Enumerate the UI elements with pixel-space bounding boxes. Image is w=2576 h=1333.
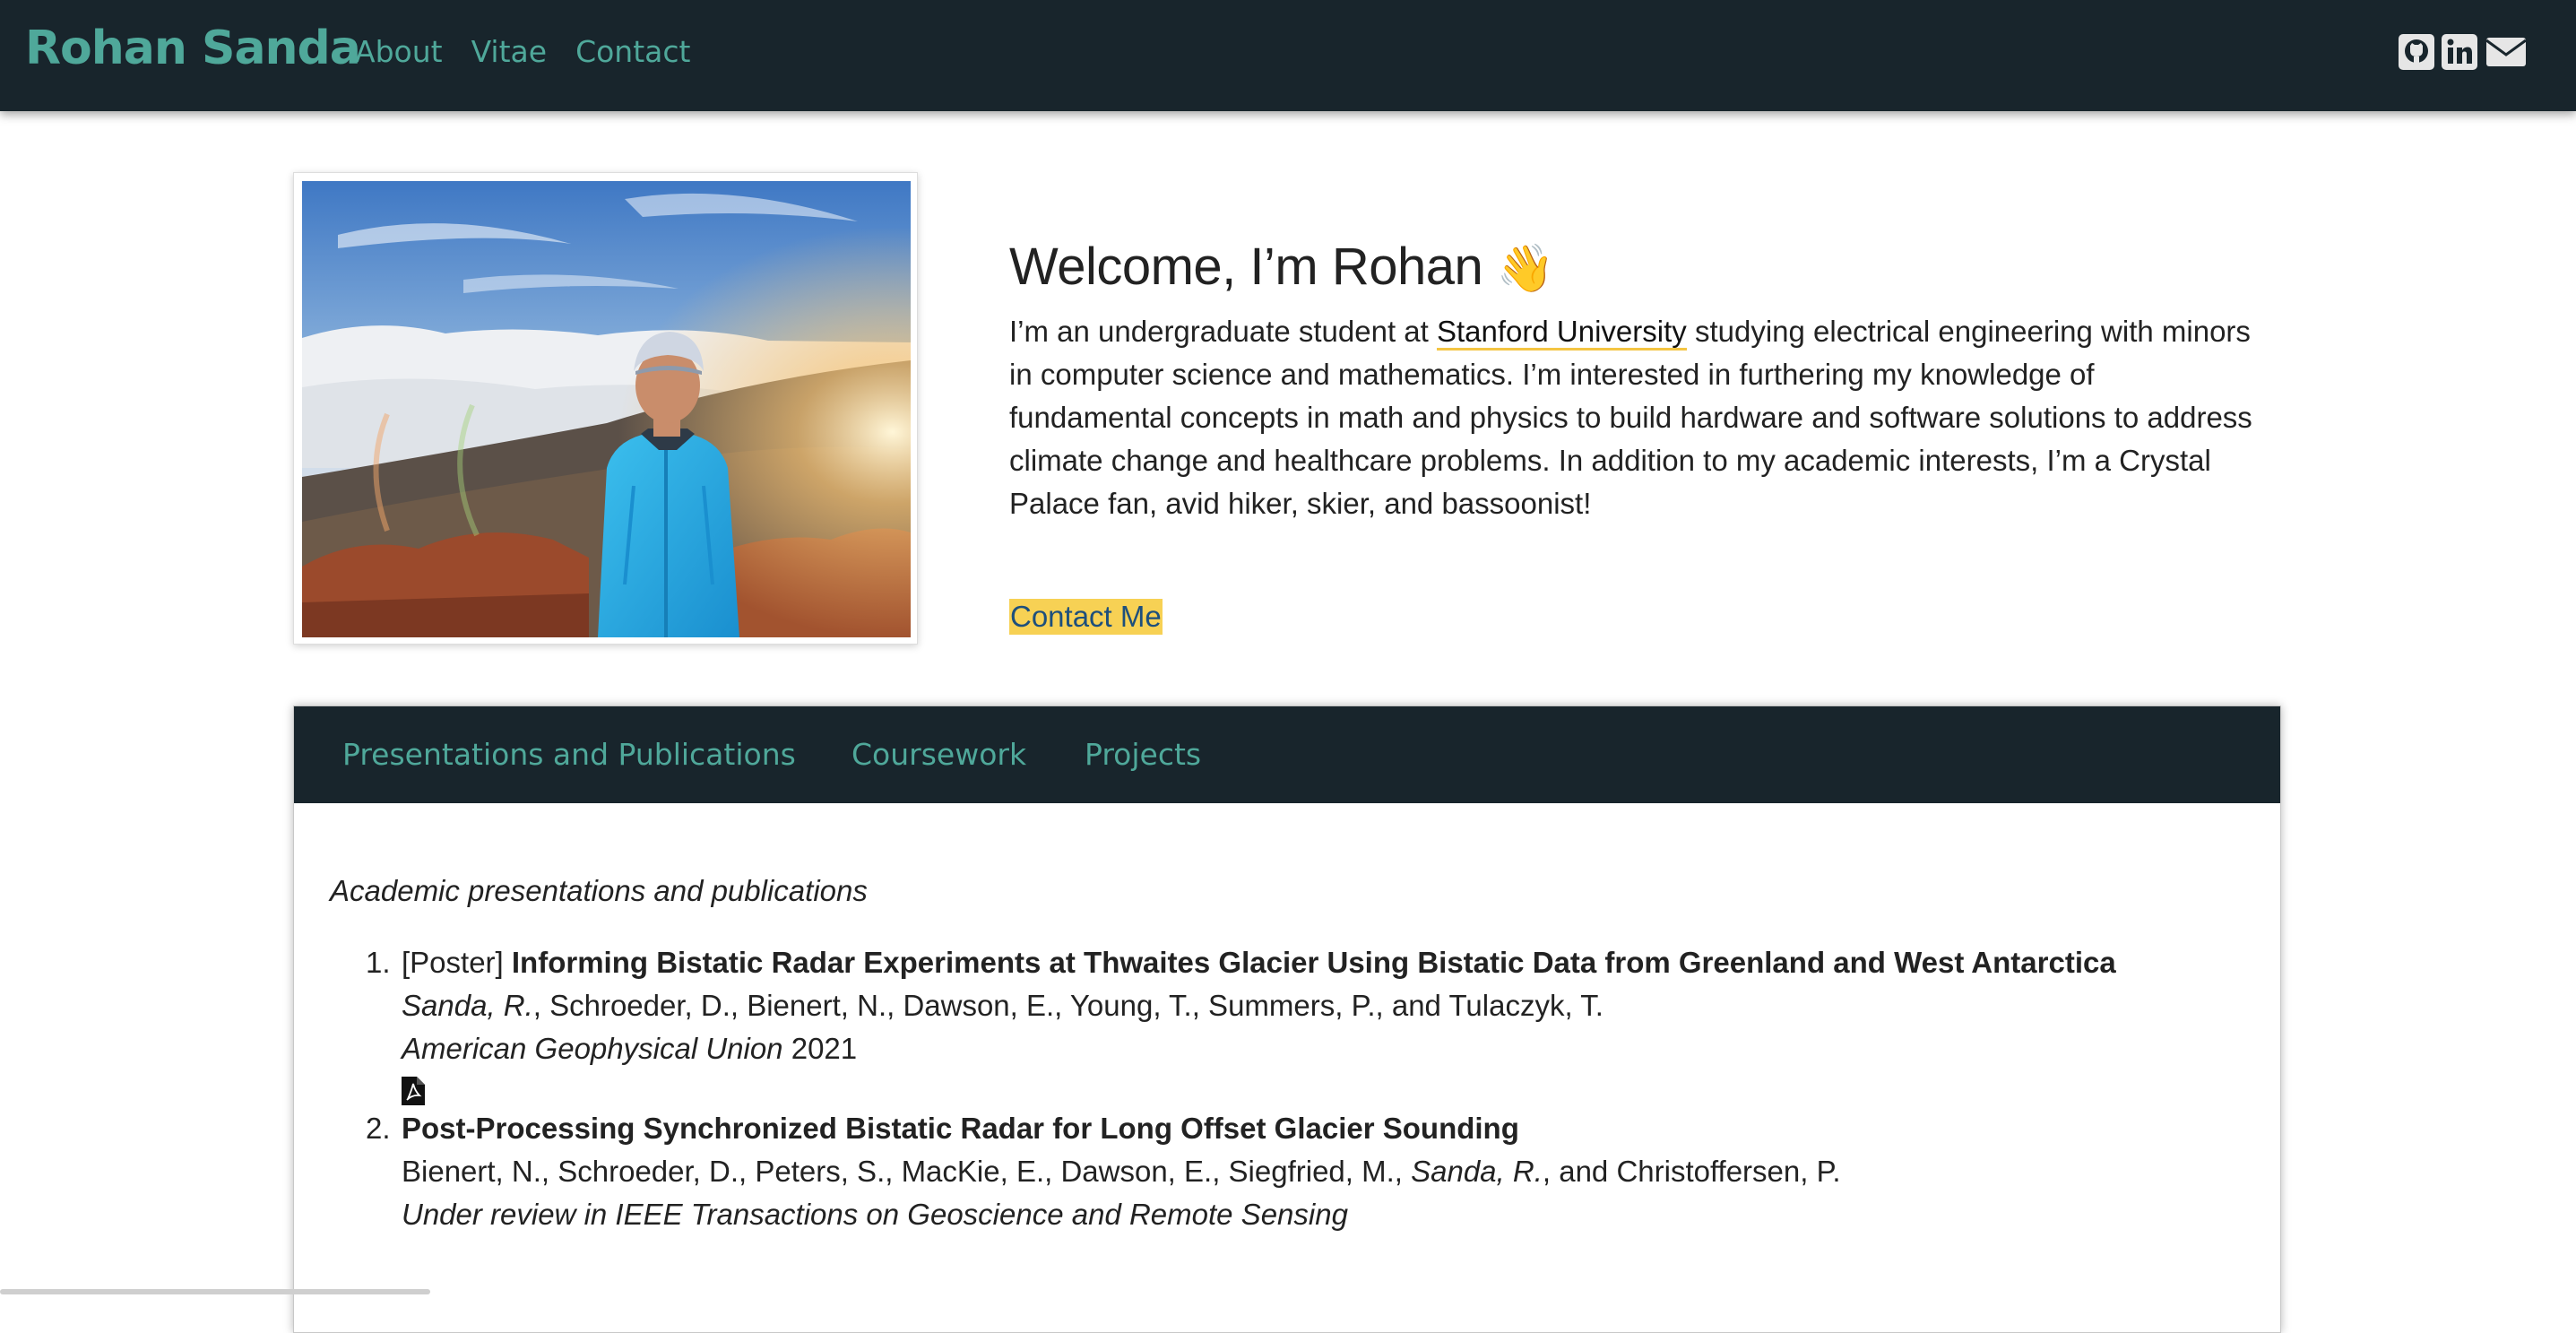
hero-intro: I’m an undergraduate student at Stanford… <box>1009 310 2264 525</box>
tab-projects[interactable]: Projects <box>1085 737 1201 773</box>
site-brand[interactable]: Rohan Sanda <box>25 20 361 77</box>
nav-links: About Vitae Contact <box>355 32 690 72</box>
profile-photo <box>302 181 911 637</box>
pdf-icon[interactable] <box>402 1077 2248 1105</box>
nav-link-vitae[interactable]: Vitae <box>471 32 547 72</box>
horizontal-scrollbar[interactable] <box>0 1289 430 1294</box>
authors-after: , and Christoffersen, P. <box>1542 1155 1841 1188</box>
waving-hand-emoji: 👋 <box>1496 243 1555 295</box>
publication-title: Post-Processing Synchronized Bistatic Ra… <box>402 1112 1519 1145</box>
publication-heading: [Poster] Informing Bistatic Radar Experi… <box>402 941 2248 984</box>
nav-link-contact[interactable]: Contact <box>575 32 690 72</box>
hero-title: Welcome, I’m Rohan 👋 <box>1009 235 1555 301</box>
publication-title: Informing Bistatic Radar Experiments at … <box>511 946 2116 979</box>
authors-before: Bienert, N., Schroeder, D., Peters, S., … <box>402 1155 1412 1188</box>
tab-presentations[interactable]: Presentations and Publications <box>342 737 796 773</box>
profile-photo-frame <box>293 172 918 645</box>
tab-coursework[interactable]: Coursework <box>851 737 1026 773</box>
publication-venue: Under review in IEEE Transactions on Geo… <box>402 1193 2248 1236</box>
nav-link-about[interactable]: About <box>355 32 443 72</box>
publication-type: [Poster] <box>402 946 512 979</box>
venue-year: 2021 <box>782 1032 858 1065</box>
venue-name: American Geophysical Union <box>402 1032 783 1065</box>
author-self: Sanda, R. <box>402 989 533 1022</box>
authors-rest: , Schroeder, D., Bienert, N., Dawson, E.… <box>532 989 1604 1022</box>
contact-me-button[interactable]: Contact Me <box>1009 599 1163 635</box>
publication-authors: Bienert, N., Schroeder, D., Peters, S., … <box>402 1150 2248 1193</box>
top-navbar: Rohan Sanda About Vitae Contact <box>0 0 2576 111</box>
publication-venue: American Geophysical Union 2021 <box>402 1027 2248 1070</box>
github-icon[interactable] <box>2399 34 2434 70</box>
content-card: Presentations and Publications Coursewor… <box>293 705 2281 1333</box>
section-intro: Academic presentations and publications <box>330 874 868 907</box>
stanford-link[interactable]: Stanford University <box>1437 315 1687 351</box>
hero-intro-before: I’m an undergraduate student at <box>1009 315 1437 348</box>
publication-authors: Sanda, R., Schroeder, D., Bienert, N., D… <box>402 984 2248 1027</box>
publication-item: 1. [Poster] Informing Bistatic Radar Exp… <box>330 941 2248 1105</box>
social-links <box>2399 34 2528 70</box>
envelope-icon[interactable] <box>2485 34 2528 70</box>
publication-list: 1. [Poster] Informing Bistatic Radar Exp… <box>330 941 2248 1236</box>
publication-item: 2. Post-Processing Synchronized Bistatic… <box>330 1107 2248 1236</box>
author-self: Sanda, R. <box>1411 1155 1543 1188</box>
venue-name: Under review in IEEE Transactions on Geo… <box>402 1198 1348 1231</box>
hero-title-text: Welcome, I’m Rohan <box>1009 238 1483 296</box>
linkedin-icon[interactable] <box>2442 34 2477 70</box>
card-tab-bar: Presentations and Publications Coursewor… <box>294 706 2280 803</box>
publication-number: 2. <box>366 1112 391 1145</box>
publication-number: 1. <box>366 946 391 979</box>
